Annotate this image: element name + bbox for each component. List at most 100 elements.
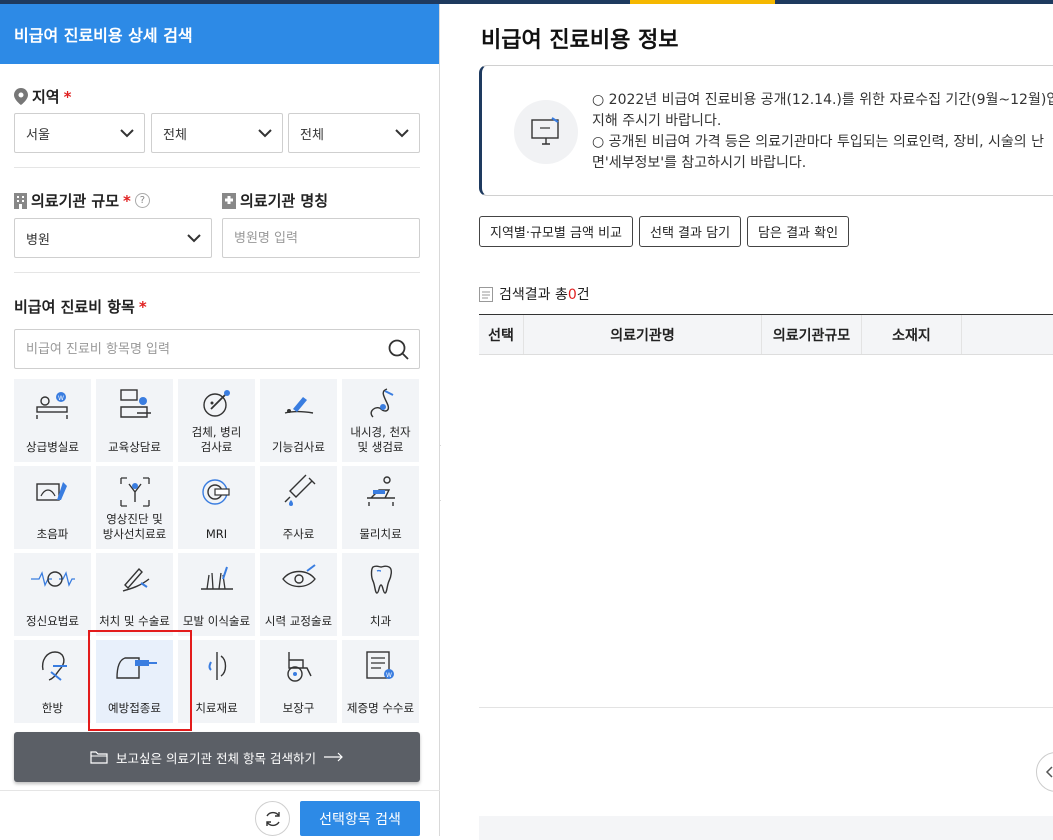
search-icon[interactable]: [388, 339, 409, 360]
notice-line: 면'세부정보'를 참고하시기 바랍니다.: [592, 155, 807, 171]
result-suffix: 건: [576, 287, 590, 303]
refresh-icon: [265, 811, 280, 826]
tile-mri[interactable]: MRI: [178, 466, 255, 549]
scroll-left-tab[interactable]: [1036, 752, 1053, 792]
function-test-icon: [284, 397, 313, 414]
arrow-right-icon: [323, 752, 343, 762]
result-prefix: 검색결과 총: [499, 287, 568, 303]
eye-correction-icon: [281, 564, 316, 588]
tile-ultrasound[interactable]: 초음파: [14, 466, 91, 549]
treatment-material-icon: [208, 652, 226, 680]
tile-label: 정신요법료: [26, 614, 79, 628]
tile-hair-transplant[interactable]: 모발 이식술료: [178, 553, 255, 636]
region-district-select[interactable]: 전체: [151, 113, 283, 153]
tile-label: 주사료: [282, 527, 315, 541]
hospital-size-value: 병원: [26, 232, 50, 248]
tile-radiology[interactable]: 영상진단 및 방사선치료료: [96, 466, 173, 549]
svg-text:W: W: [386, 672, 392, 679]
tile-assistive-device[interactable]: 보장구: [260, 640, 337, 723]
syringe-icon: [284, 474, 315, 506]
chevron-down-icon: [258, 129, 272, 138]
tile-psychotherapy[interactable]: 정신요법료: [14, 553, 91, 636]
tile-premium-room[interactable]: W 상급병실료: [14, 379, 91, 462]
tile-oriental-medicine[interactable]: 한방: [14, 640, 91, 723]
folder-icon: [90, 751, 108, 764]
monitor-notice-icon: [514, 100, 578, 164]
chevron-left-icon: [1045, 766, 1053, 778]
hospital-size-label-text: 의료기관 규모: [31, 192, 120, 210]
action-buttons: 지역별·규모별 금액 비교 선택 결과 담기 담은 결과 확인: [479, 216, 850, 247]
tile-label: 한방: [41, 701, 64, 715]
physical-therapy-icon: [366, 476, 395, 506]
search-all-label: 보고싶은 의료기관 전체 항목 검색하기: [116, 750, 316, 766]
chevron-down-icon: [395, 129, 409, 138]
tile-vaccination[interactable]: 예방접종료: [96, 640, 173, 723]
hospital-size-label: 의료기관 규모 * ?: [14, 190, 150, 211]
hospital-size-select[interactable]: 병원: [14, 218, 212, 258]
tile-label: 보장구: [282, 701, 315, 715]
mri-icon: [201, 479, 230, 505]
search-selected-button[interactable]: 선택항목 검색: [300, 801, 420, 836]
required-mark: *: [123, 191, 131, 210]
tile-label: 검체, 병리 검사료: [191, 425, 242, 454]
tile-label: 예방접종료: [108, 701, 161, 715]
item-search-input[interactable]: [14, 329, 420, 369]
region-city-select[interactable]: 서울: [14, 113, 145, 153]
page-title: 비급여 진료비용 정보: [481, 28, 679, 53]
notice-line: ○ 2022년 비급여 진료비용 공개(12.14.)를 위한 자료수집 기간(…: [592, 92, 1053, 108]
chevron-down-icon: [120, 129, 134, 138]
notice-text: ○ 2022년 비급여 진료비용 공개(12.14.)를 위한 자료수집 기간(…: [592, 90, 1053, 174]
region-label-text: 지역: [32, 88, 60, 106]
tile-label: 제증명 수수료: [346, 701, 415, 715]
tile-label: 치과: [369, 614, 392, 628]
microscope-sample-icon: [202, 390, 230, 417]
endoscope-icon: [369, 388, 393, 418]
tile-physical-therapy[interactable]: 물리치료: [342, 466, 419, 549]
notice-box: ○ 2022년 비급여 진료비용 공개(12.14.)를 위한 자료수집 기간(…: [479, 65, 1053, 196]
region-dong-select[interactable]: 전체: [288, 113, 420, 153]
tile-treatment-material[interactable]: 치료재료: [178, 640, 255, 723]
tile-label: 모발 이식술료: [182, 614, 251, 628]
region-district-value: 전체: [163, 127, 187, 143]
region-label: 지역 *: [14, 86, 71, 107]
ultrasound-icon: [35, 482, 67, 501]
tile-endoscopy-biopsy[interactable]: 내시경, 천자 및 생검료: [342, 379, 419, 462]
tile-label: 기능검사료: [272, 440, 325, 454]
tile-certificate-fee[interactable]: W 제증명 수수료: [342, 640, 419, 723]
detail-search-panel: 비급여 진료비용 상세 검색 지역 * 서울 전체 전체 의료기관 규모 * ?…: [0, 4, 440, 836]
hair-transplant-icon: [200, 566, 233, 590]
table-bottom-border: [479, 707, 1053, 708]
tile-vision-correction[interactable]: 시력 교정술료: [260, 553, 337, 636]
tile-label: 시력 교정술료: [264, 614, 333, 628]
tile-education-consult[interactable]: 교육상담료: [96, 379, 173, 462]
tile-dental[interactable]: 치과: [342, 553, 419, 636]
tile-procedure-surgery[interactable]: 처치 및 수술료: [96, 553, 173, 636]
wheelchair-icon: [286, 652, 312, 682]
list-icon: [479, 286, 493, 302]
compare-region-size-button[interactable]: 지역별·규모별 금액 비교: [479, 216, 633, 247]
column-location[interactable]: 소재지: [862, 315, 962, 354]
column-hospital-name[interactable]: 의료기관명: [524, 315, 762, 354]
items-label: 비급여 진료비 항목 *: [14, 296, 147, 317]
region-city-value: 서울: [26, 127, 50, 143]
tile-label: MRI: [205, 527, 228, 541]
add-selection-button[interactable]: 선택 결과 담기: [639, 216, 742, 247]
tile-specimen-pathology[interactable]: 검체, 병리 검사료: [178, 379, 255, 462]
tile-label: 상급병실료: [26, 440, 79, 454]
vaccination-icon: [115, 657, 157, 679]
notice-line: ○ 공개된 비급여 가격 등은 의료기관마다 투입되는 의료인력, 장비, 시술…: [592, 134, 1045, 150]
search-all-items-button[interactable]: 보고싶은 의료기관 전체 항목 검색하기: [14, 732, 420, 782]
view-saved-results-button[interactable]: 담은 결과 확인: [747, 216, 850, 247]
divider: [14, 272, 420, 273]
chevron-down-icon: [187, 234, 201, 243]
notice-line: 지해 주시기 바랍니다.: [592, 113, 722, 129]
column-select[interactable]: 선택: [479, 315, 524, 354]
tile-label: 영상진단 및 방사선치료료: [102, 512, 167, 541]
hospital-name-input[interactable]: [222, 218, 420, 258]
column-hospital-size[interactable]: 의료기관규모: [762, 315, 862, 354]
tile-injection[interactable]: 주사료: [260, 466, 337, 549]
tile-function-test[interactable]: 기능검사료: [260, 379, 337, 462]
help-icon[interactable]: ?: [134, 193, 150, 208]
brain-wave-icon: [30, 571, 75, 587]
reset-button[interactable]: [255, 801, 290, 836]
